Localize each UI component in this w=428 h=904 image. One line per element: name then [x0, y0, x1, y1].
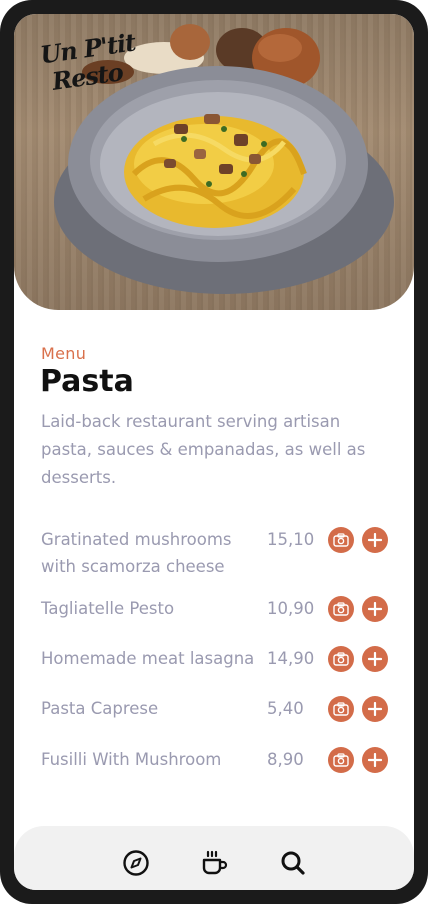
plus-icon — [368, 652, 382, 666]
restaurant-logo: Un P'tit Resto — [38, 28, 137, 98]
app-screen: Un P'tit Resto Menu Pasta Laid-back rest… — [14, 14, 414, 890]
plus-icon — [368, 533, 382, 547]
plus-icon — [368, 602, 382, 616]
nav-explore-button[interactable] — [121, 848, 151, 878]
menu-item-price: 15,10 — [267, 530, 315, 549]
menu-item-price: 5,40 — [267, 699, 304, 718]
section-eyebrow: Menu — [41, 344, 87, 363]
nav-search-button[interactable] — [278, 848, 308, 878]
menu-item-name: Tagliatelle Pesto — [41, 599, 175, 618]
menu-item-price: 14,90 — [267, 649, 315, 668]
view-photo-button[interactable] — [328, 646, 354, 672]
compass-icon — [123, 850, 149, 876]
camera-icon — [333, 753, 349, 767]
view-photo-button[interactable] — [328, 596, 354, 622]
menu-item-name: Pasta Caprese — [41, 699, 159, 718]
camera-icon — [333, 702, 349, 716]
category-description: Laid-back restaurant serving artisan pas… — [41, 412, 366, 487]
view-photo-button[interactable] — [328, 747, 354, 773]
view-photo-button[interactable] — [328, 527, 354, 553]
add-item-button[interactable] — [362, 527, 388, 553]
menu-item-name: Fusilli With Mushroom — [41, 750, 222, 769]
bottom-navigation — [14, 826, 414, 890]
plus-icon — [368, 702, 382, 716]
hero-image: Un P'tit Resto — [14, 14, 414, 310]
camera-icon — [333, 602, 349, 616]
phone-frame: Un P'tit Resto Menu Pasta Laid-back rest… — [0, 0, 428, 904]
menu-item-name: Homemade meat lasagna — [41, 649, 255, 668]
add-item-button[interactable] — [362, 696, 388, 722]
add-item-button[interactable] — [362, 646, 388, 672]
add-item-button[interactable] — [362, 747, 388, 773]
plus-icon — [368, 753, 382, 767]
menu-item-price: 8,90 — [267, 750, 304, 769]
view-photo-button[interactable] — [328, 696, 354, 722]
menu-item-name: Gratinated mushrooms with scamorza chees… — [41, 530, 232, 576]
add-item-button[interactable] — [362, 596, 388, 622]
menu-item-price: 10,90 — [267, 599, 315, 618]
coffee-cup-icon — [202, 850, 228, 875]
page-title: Pasta — [40, 364, 134, 399]
nav-drinks-button[interactable] — [200, 848, 230, 878]
search-icon — [281, 851, 305, 875]
camera-icon — [333, 652, 349, 666]
camera-icon — [333, 533, 349, 547]
